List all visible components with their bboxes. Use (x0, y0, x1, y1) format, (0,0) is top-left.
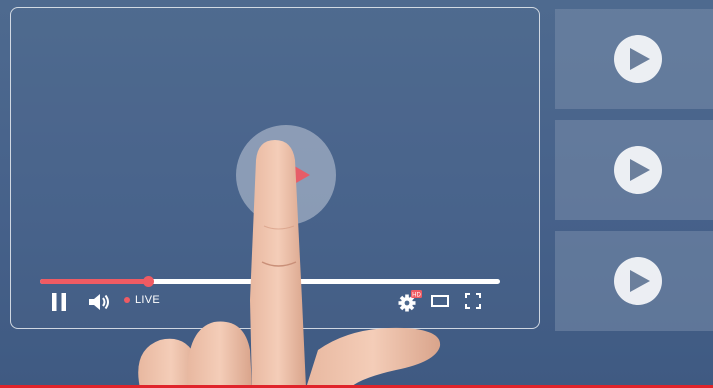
pause-button[interactable] (48, 292, 70, 312)
pause-icon (52, 293, 66, 311)
live-indicator: LIVE (124, 294, 160, 306)
play-icon (270, 152, 310, 198)
progress-fill (40, 279, 149, 284)
play-icon[interactable] (614, 35, 662, 83)
play-icon[interactable] (614, 146, 662, 194)
theater-mode-button[interactable] (430, 292, 450, 310)
hd-badge: HD (412, 293, 421, 299)
big-play-button[interactable] (236, 125, 336, 225)
settings-button[interactable]: HD (398, 290, 422, 312)
fullscreen-button[interactable] (463, 292, 483, 310)
video-scene: LIVE HD (0, 0, 713, 388)
thumbnail-video-2[interactable] (555, 120, 713, 220)
live-label: LIVE (135, 294, 161, 306)
progress-bar[interactable] (40, 276, 500, 287)
play-icon[interactable] (614, 257, 662, 305)
fullscreen-icon (465, 293, 481, 309)
volume-button[interactable] (88, 292, 112, 312)
thumbnail-video-3[interactable] (555, 231, 713, 331)
volume-icon (89, 294, 109, 310)
live-dot (124, 297, 130, 303)
gear-icon: HD (398, 290, 422, 312)
thumbnail-video-1[interactable] (555, 9, 713, 109)
theater-mode-icon (431, 295, 449, 307)
